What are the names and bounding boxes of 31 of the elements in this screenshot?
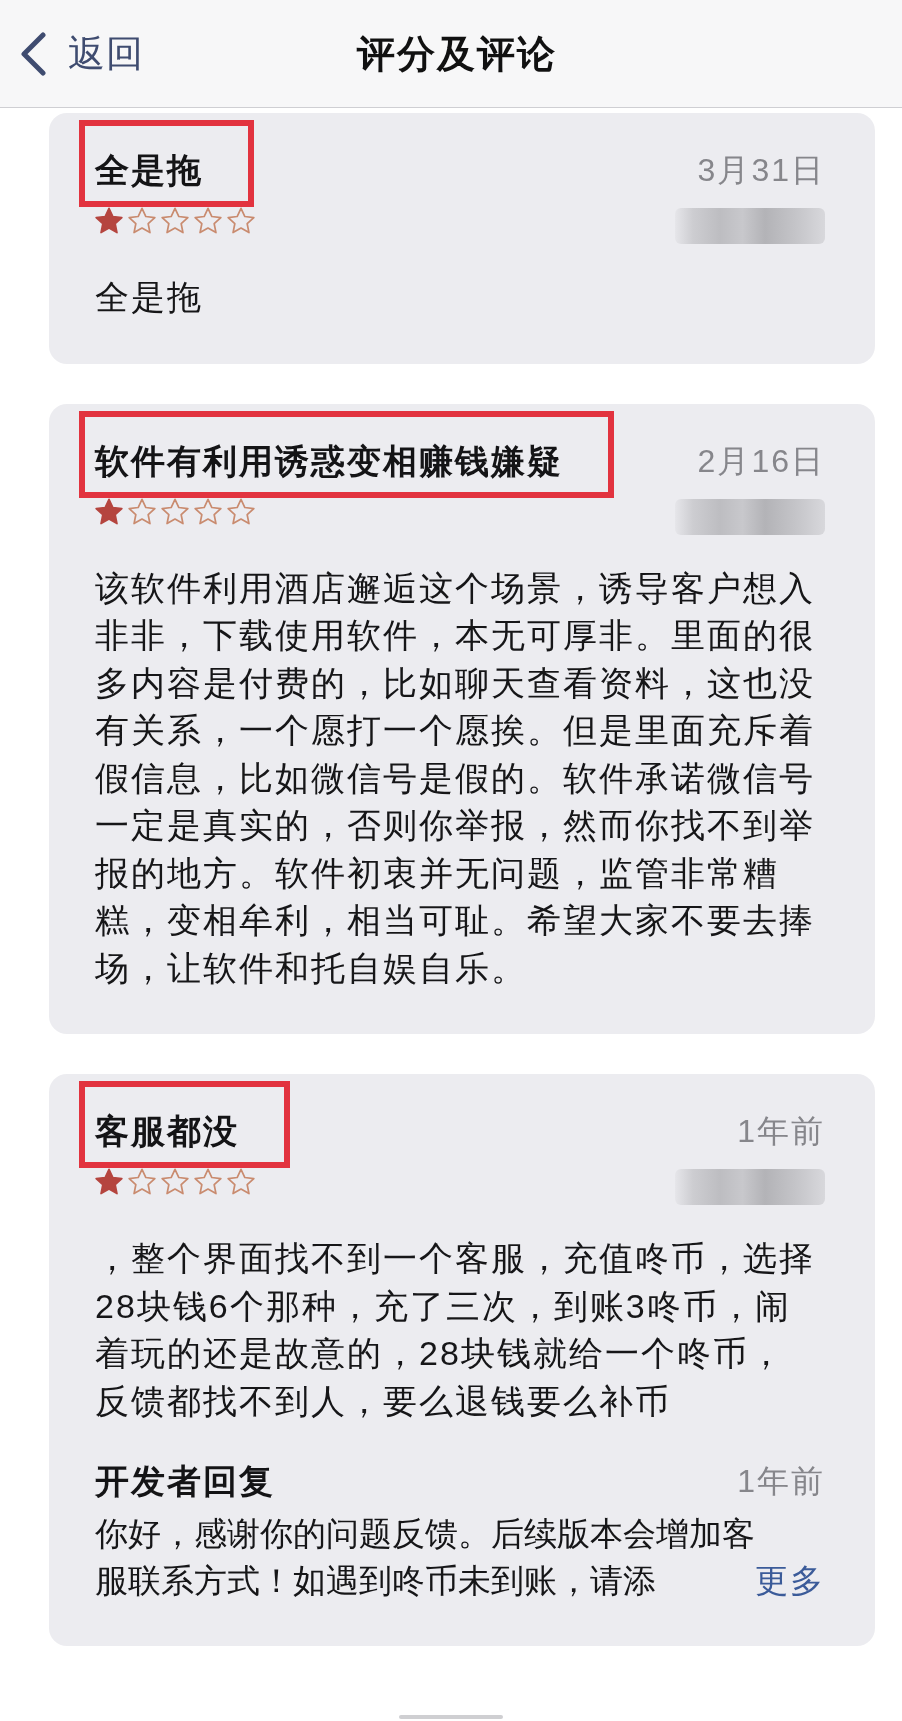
- back-button[interactable]: 返回: [20, 31, 144, 76]
- star-icon: [227, 497, 255, 525]
- review-title: 软件有利用诱惑变相赚钱嫌疑: [95, 440, 563, 481]
- star-icon: [95, 497, 123, 525]
- star-icon: [128, 497, 156, 525]
- star-icon: [227, 207, 255, 234]
- page-title: 评分及评论: [355, 31, 557, 77]
- review-date: 3月31日: [697, 151, 825, 190]
- star-icon: [161, 207, 189, 234]
- star-icon: [95, 1168, 123, 1195]
- review-date: 1年前: [737, 1112, 825, 1151]
- developer-reply-text: 你好，感谢你的问题反馈。后续版本会增加客服联系方式！如遇到咚币未到账，请添: [95, 1514, 755, 1601]
- star-icon: [227, 1168, 255, 1195]
- review-title: 全是拖: [95, 150, 203, 190]
- review-text: ，整个界面找不到一个客服，充值咚币，选择28块钱6个那种，充了三次，到账3咚币，闹着玩的还是故意的，28块钱就给一个咚币，反馈都找不到人，要么退钱要么补币: [95, 1238, 816, 1422]
- star-icon: [194, 207, 222, 234]
- star-icon: [95, 207, 123, 234]
- star-icon: [161, 1168, 189, 1195]
- chevron-left-icon: [20, 31, 46, 76]
- star-icon: [161, 497, 189, 525]
- review-date: 2月16日: [697, 441, 825, 481]
- star-icon: [128, 1168, 156, 1195]
- developer-reply-heading: 开发者回复: [95, 1461, 275, 1502]
- reply-date: 1年前: [737, 1462, 825, 1501]
- star-icon: [194, 497, 222, 525]
- review-title: 客服都没: [95, 1111, 239, 1151]
- review-text: 全是拖: [95, 277, 204, 318]
- star-icon: [194, 1168, 222, 1195]
- more-link[interactable]: 更多: [755, 1557, 825, 1604]
- review-text: 该软件利用酒店邂逅这个场景，诱导客户想入非非，下载使用软件，本无可厚非。里面的很多内容是付费的，比如聊天查看资料，这也没有关系，一个愿打一个愿挨。但是里面充斥着假信息，比如微信号是假的。软件承诺微信号一定是真实的，否则你举报，然而你找不到举报的地方。软件初衷并无问题，监管非常糟糕，变相牟利，相当可耻。希望大家不要去捧场，让软件和托自娱自乐。: [95, 567, 816, 989]
- star-icon: [128, 207, 156, 234]
